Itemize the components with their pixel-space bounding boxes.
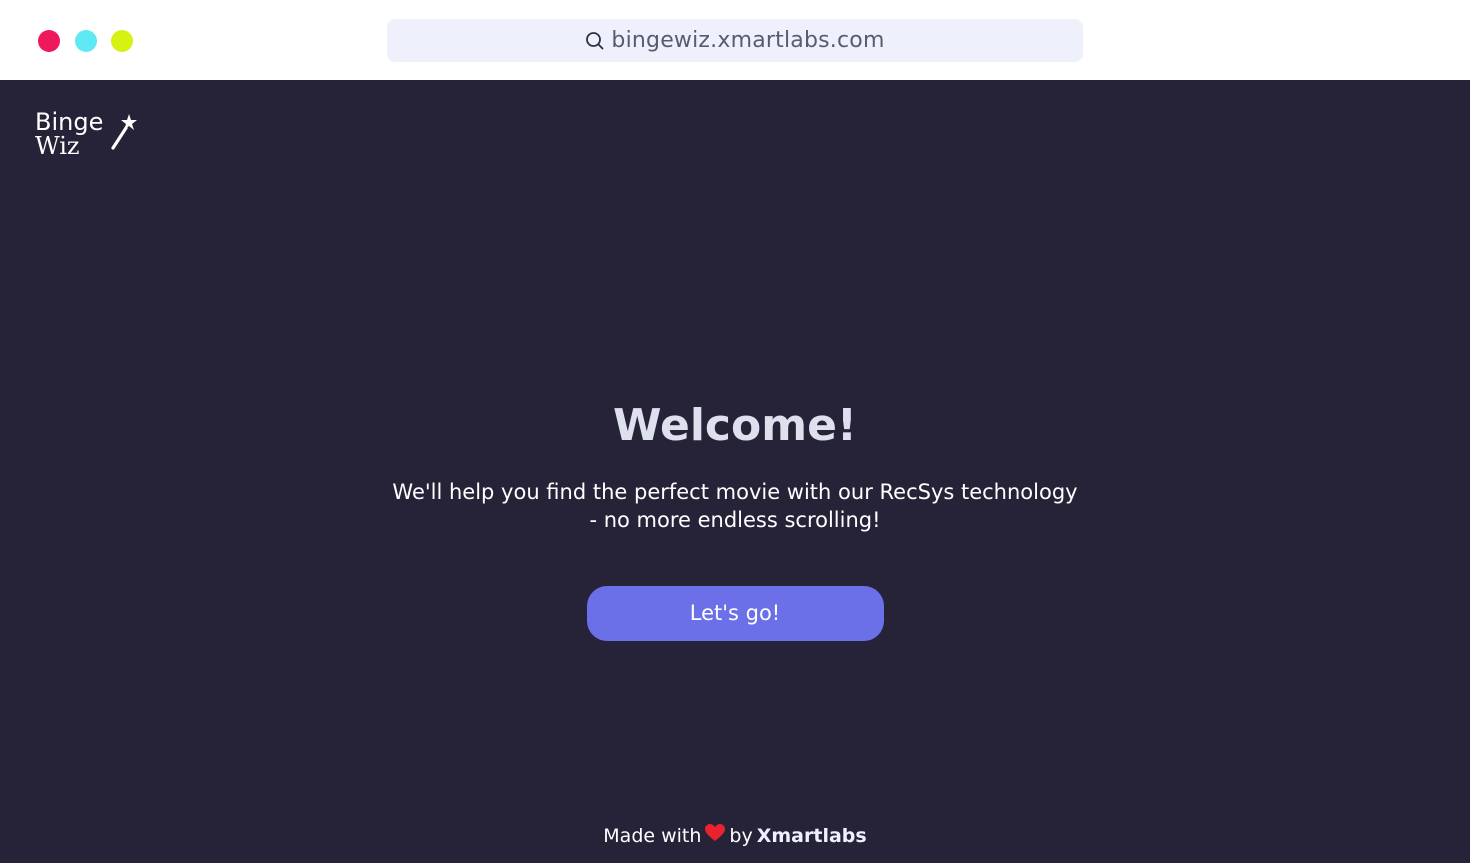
subtitle-line-1: We'll help you find the perfect movie wi… (392, 480, 1078, 504)
welcome-title: Welcome! (613, 400, 857, 451)
lets-go-button[interactable]: Let's go! (586, 586, 884, 641)
subtitle-line-2: - no more endless scrolling! (589, 508, 881, 532)
binge-wiz-logo[interactable]: Binge Wiz (35, 108, 145, 164)
app-page: Binge Wiz Welcome! We'll help you find t… (0, 80, 1470, 863)
footer-by: by (729, 824, 753, 847)
magic-wand-icon (110, 112, 138, 156)
address-url: bingewiz.xmartlabs.com (611, 28, 885, 53)
footer: Made with by Xmartlabs (0, 824, 1470, 847)
logo-text-wiz: Wiz (35, 132, 80, 160)
address-bar[interactable]: bingewiz.xmartlabs.com (387, 19, 1083, 62)
browser-chrome: bingewiz.xmartlabs.com (0, 0, 1470, 80)
footer-made-with: Made with (603, 824, 702, 847)
search-icon (585, 31, 605, 51)
window-maximize-button[interactable] (111, 30, 133, 52)
footer-brand-link[interactable]: Xmartlabs (757, 825, 867, 847)
window-minimize-button[interactable] (75, 30, 97, 52)
welcome-subtitle: We'll help you find the perfect movie wi… (385, 478, 1085, 534)
heart-icon (705, 824, 726, 847)
window-close-button[interactable] (38, 30, 60, 52)
welcome-section: Welcome! We'll help you find the perfect… (0, 398, 1470, 641)
